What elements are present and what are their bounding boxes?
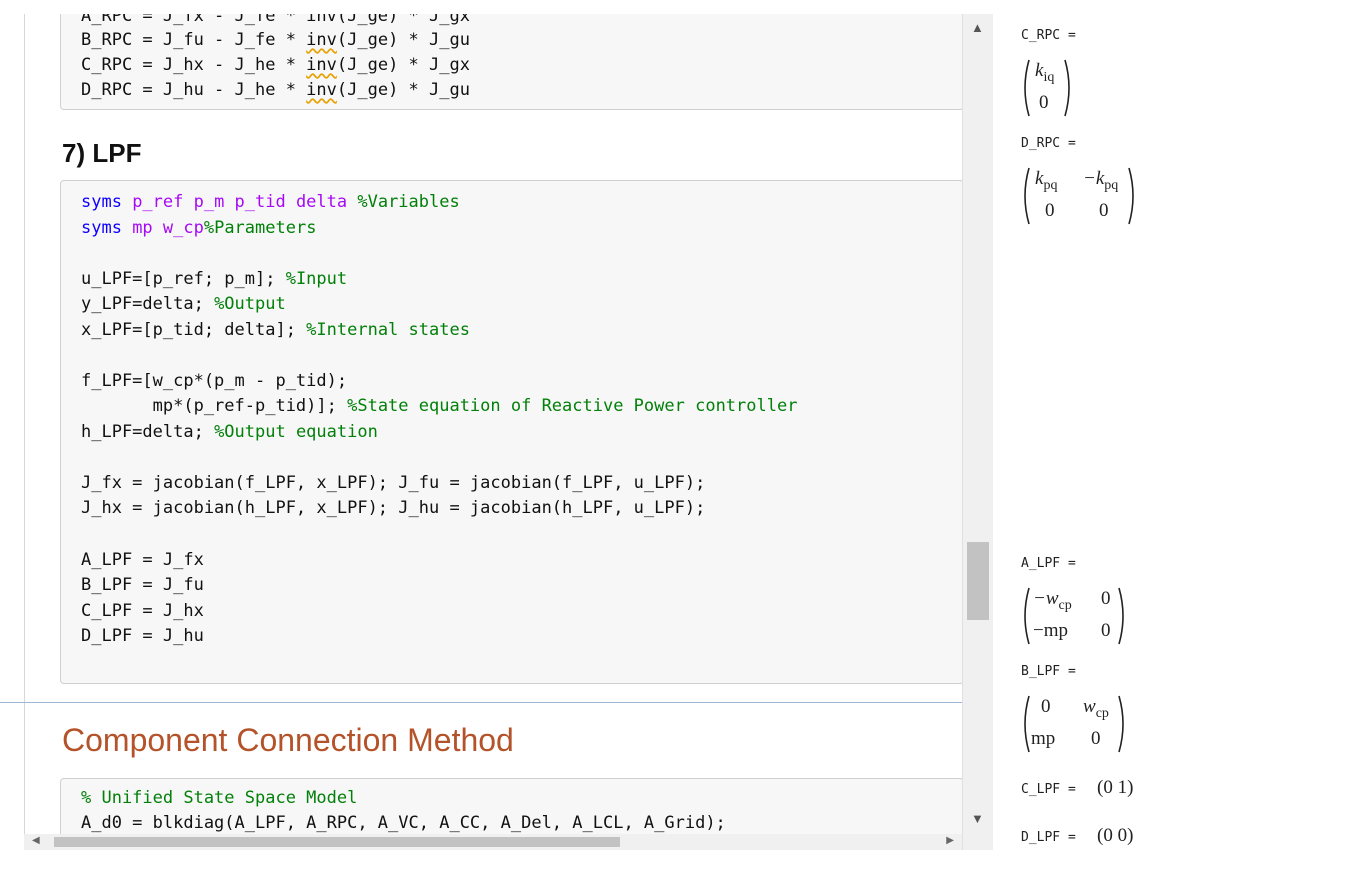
section-heading-lpf: 7) LPF (62, 138, 142, 168)
comment: %Output equation (214, 422, 378, 442)
matrix-cell: 0 (1041, 696, 1051, 717)
vertical-scroll-thumb[interactable] (967, 542, 989, 620)
comment: %Variables (357, 192, 460, 212)
code-text: y_LPF=delta; (81, 294, 215, 314)
left-margin-rule (24, 14, 25, 850)
output-label-d-lpf: D_LPF = (1021, 830, 1076, 845)
keyword: syms (81, 192, 133, 212)
inv-function: inv (306, 30, 337, 50)
output-label-d-rpc: D_RPC = (1021, 136, 1076, 151)
matrix-cell: wcp (1083, 696, 1109, 722)
scroll-right-icon[interactable]: ▶ (946, 835, 954, 846)
matrix-d-rpc: kpq −kpq 0 0 (1021, 166, 1151, 226)
code-text: (J_ge) * J_gx (336, 55, 470, 75)
section-separator (0, 702, 962, 703)
output-label-b-lpf: B_LPF = (1021, 664, 1076, 679)
code-line[interactable]: % Unified State Space Model (81, 787, 357, 809)
comment: %Input (285, 269, 348, 289)
code-line[interactable]: A_LPF = J_fx (81, 549, 204, 571)
code-line[interactable]: D_LPF = J_hu (81, 625, 204, 647)
code-text: D_RPC = J_hu - J_he * (81, 80, 307, 100)
cell-value: −k (1083, 168, 1105, 189)
comment: %State equation of Reactive Power contro… (347, 396, 798, 416)
matrix-cell: kiq (1035, 60, 1054, 86)
code-line[interactable]: syms mp w_cp%Parameters (81, 217, 316, 239)
cell-subscript: pq (1043, 177, 1058, 193)
code-block-rpc[interactable]: A_RPC = J_fx - J_fe * inv(J_ge) * J_gx B… (60, 14, 962, 110)
output-label-c-rpc: C_RPC = (1021, 28, 1076, 43)
code-line[interactable]: u_LPF=[p_ref; p_m]; %Input (81, 268, 347, 290)
matrix-cell: 0 (1045, 200, 1055, 221)
matrix-cell: −wcp (1033, 588, 1072, 614)
comment: %Output (214, 294, 286, 314)
matrix-cell: 0 (1099, 200, 1109, 221)
code-line[interactable]: A_d0 = blkdiag(A_LPF, A_RPC, A_VC, A_CC,… (81, 812, 726, 834)
code-text: B_RPC = J_fu - J_fe * (81, 30, 307, 50)
code-line[interactable]: C_LPF = J_hx (81, 600, 204, 622)
matrix-cell: 0 (1039, 92, 1049, 113)
matrix-cell: 0 (1101, 588, 1111, 609)
code-block-lpf[interactable]: syms p_ref p_m p_tid delta %Variables sy… (60, 180, 962, 684)
horizontal-scrollbar[interactable]: ◀ ▶ (24, 834, 962, 850)
matrix-cell: 0 (1101, 620, 1111, 641)
section-heading-ccm: Component Connection Method (62, 722, 514, 758)
output-label-c-lpf: C_LPF = (1021, 782, 1076, 797)
code-line-a-rpc[interactable]: A_RPC = J_fx - J_fe * inv(J_ge) * J_gx (81, 14, 470, 27)
code-line[interactable]: f_LPF=[w_cp*(p_m - p_tid); (81, 370, 347, 392)
cell-value: −w (1033, 588, 1059, 609)
matrix-c-lpf: (0 1) (1097, 777, 1134, 798)
command-args: p_ref p_m p_tid delta (132, 192, 358, 212)
code-line[interactable]: y_LPF=delta; %Output (81, 293, 286, 315)
horizontal-scroll-thumb[interactable] (54, 837, 620, 847)
code-line-c-rpc[interactable]: C_RPC = J_hx - J_he * inv(J_ge) * J_gx (81, 54, 470, 76)
cell-subscript: cp (1058, 597, 1072, 613)
matrix-d-lpf: (0 0) (1097, 825, 1134, 846)
code-text: C_RPC = J_hx - J_he * (81, 55, 307, 75)
live-editor[interactable]: A_RPC = J_fx - J_fe * inv(J_ge) * J_gx B… (0, 14, 962, 850)
keyword: syms (81, 218, 133, 238)
matrix-cell: 0 (1091, 728, 1101, 749)
cell-subscript: iq (1043, 69, 1055, 85)
code-text: mp*(p_ref-p_tid)]; (81, 396, 348, 416)
comment: %Internal states (306, 320, 470, 340)
code-text: (J_ge) * J_gu (336, 30, 470, 50)
scroll-left-icon[interactable]: ◀ (32, 835, 40, 846)
cell-subscript: pq (1104, 177, 1119, 193)
code-line[interactable]: x_LPF=[p_tid; delta]; %Internal states (81, 319, 470, 341)
matrix-cell: kpq (1035, 168, 1057, 194)
code-line-b-rpc[interactable]: B_RPC = J_fu - J_fe * inv(J_ge) * J_gu (81, 29, 470, 51)
matrix-b-lpf: 0 wcp mp 0 (1021, 694, 1151, 754)
scroll-down-icon[interactable]: ▼ (971, 811, 984, 826)
code-line-d-rpc[interactable]: D_RPC = J_hu - J_he * inv(J_ge) * J_gu (81, 79, 470, 101)
vertical-scrollbar[interactable]: ▲ ▼ (962, 14, 993, 850)
matrix-cell: −kpq (1083, 168, 1118, 194)
code-text: h_LPF=delta; (81, 422, 215, 442)
code-line[interactable]: J_fx = jacobian(f_LPF, x_LPF); J_fu = ja… (81, 472, 705, 494)
matrix-c-rpc: kiq 0 (1021, 58, 1081, 118)
code-text: u_LPF=[p_ref; p_m]; (81, 269, 286, 289)
code-line[interactable]: J_hx = jacobian(h_LPF, x_LPF); J_hu = ja… (81, 497, 705, 519)
code-line[interactable]: syms p_ref p_m p_tid delta %Variables (81, 191, 460, 213)
code-text: f_LPF=[w_cp*(p_m - p_tid); (81, 371, 348, 391)
inv-function: inv (306, 80, 337, 100)
inv-function: inv (306, 55, 337, 75)
comment: % Unified State Space Model (81, 788, 358, 808)
comment: %Parameters (203, 218, 317, 238)
code-line[interactable]: B_LPF = J_fu (81, 574, 204, 596)
code-line[interactable]: h_LPF=delta; %Output equation (81, 421, 378, 443)
matrix-cell: mp (1031, 728, 1056, 749)
matrix-cell: −mp (1033, 620, 1068, 641)
code-text: (J_ge) * J_gu (336, 80, 470, 100)
code-line[interactable]: mp*(p_ref-p_tid)]; %State equation of Re… (81, 395, 798, 417)
code-text: x_LPF=[p_tid; delta]; (81, 320, 307, 340)
output-label-a-lpf: A_LPF = (1021, 556, 1076, 571)
command-args: mp w_cp (132, 218, 204, 238)
cell-subscript: cp (1095, 705, 1109, 721)
scroll-up-icon[interactable]: ▲ (971, 20, 984, 35)
matrix-a-lpf: −wcp 0 −mp 0 (1021, 586, 1151, 646)
output-pane: C_RPC = kiq 0 D_RPC = kpq −kpq 0 0 A_LPF… (993, 0, 1348, 874)
cell-value: w (1083, 696, 1096, 717)
